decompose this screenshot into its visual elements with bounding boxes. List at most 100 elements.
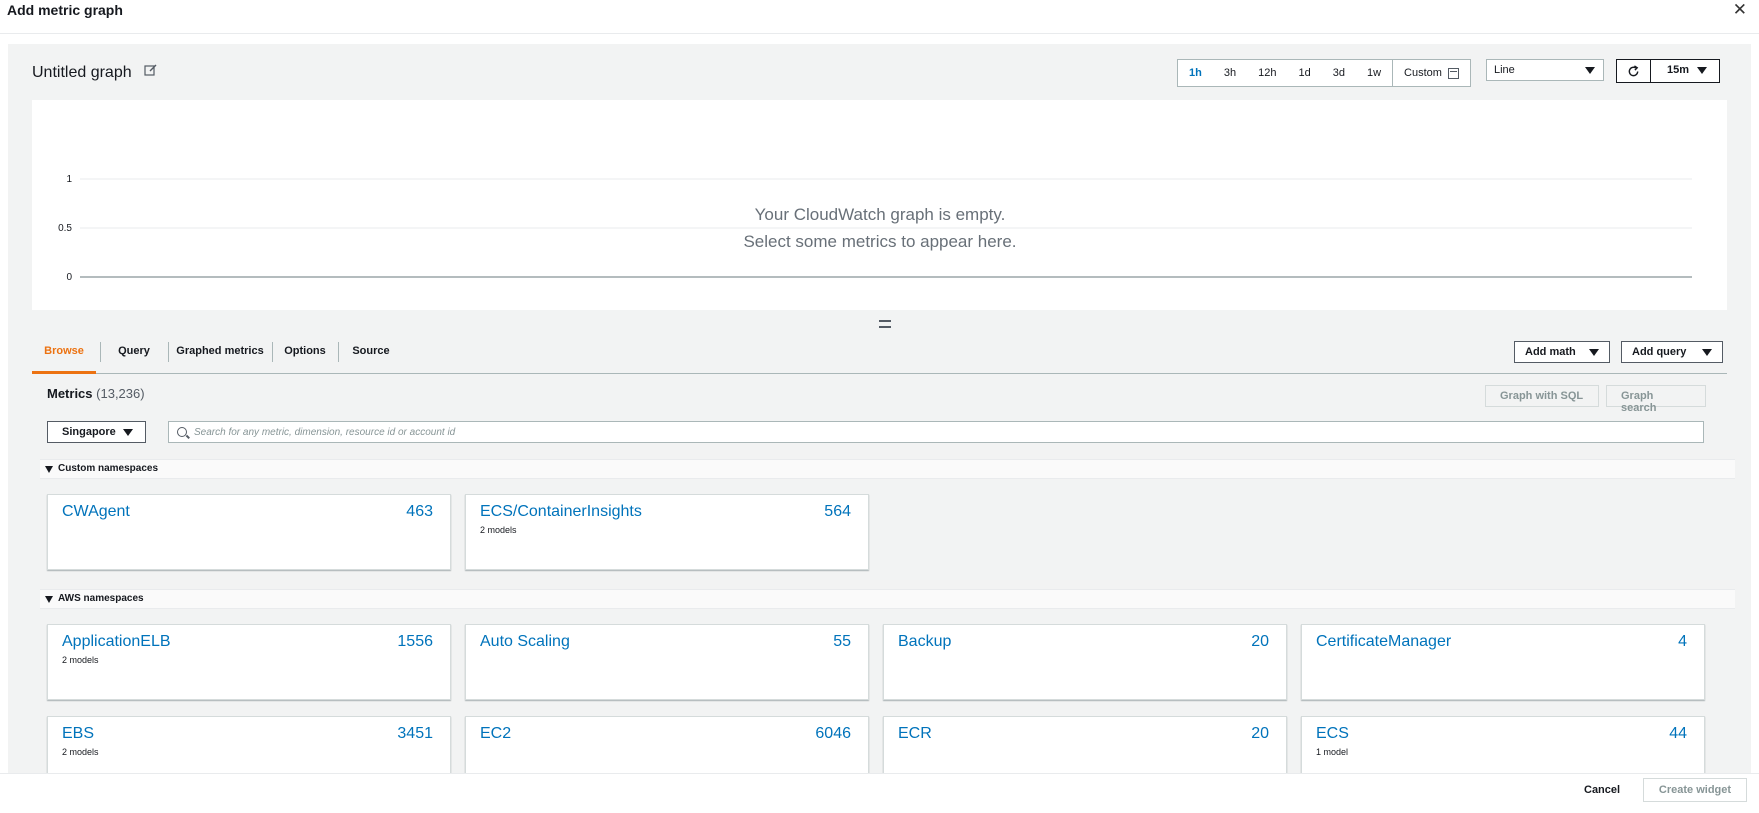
resize-handle[interactable] xyxy=(879,320,891,328)
metric-search xyxy=(168,421,1704,443)
namespace-card[interactable]: ECR 20 xyxy=(883,716,1287,773)
namespace-name: Backup xyxy=(898,633,952,650)
namespace-name: Auto Scaling xyxy=(480,633,570,650)
refresh-interval-dropdown[interactable]: 15m xyxy=(1651,60,1719,82)
namespace-count: 564 xyxy=(824,503,851,520)
namespace-models: 1 model xyxy=(1316,747,1349,757)
namespace-models: 2 models xyxy=(480,525,517,535)
range-1w[interactable]: 1w xyxy=(1356,60,1392,86)
namespace-card[interactable]: Auto Scaling 55 xyxy=(465,624,869,700)
modal-footer: Cancel Create widget xyxy=(0,773,1759,813)
time-range-selector: 1h 3h 12h 1d 3d 1w Custom xyxy=(1177,59,1471,87)
modal-title: Add metric graph xyxy=(7,2,123,18)
namespace-card[interactable]: ECS/ContainerInsights 564 2 models xyxy=(465,494,869,570)
region-dropdown[interactable]: Singapore xyxy=(47,421,146,443)
graph-search-button[interactable]: Graph search xyxy=(1606,385,1706,414)
graph-with-sql-button[interactable]: Graph with SQL xyxy=(1485,385,1599,407)
line-chart: 10.50 08:5509:0009:0509:1009:1509:2009:2… xyxy=(58,174,1692,300)
tab-options[interactable]: Options xyxy=(276,336,334,374)
namespace-card[interactable]: CWAgent 463 xyxy=(47,494,451,570)
range-1d[interactable]: 1d xyxy=(1287,60,1321,86)
chevron-down-icon xyxy=(1697,67,1707,74)
namespace-count: 6046 xyxy=(815,725,851,742)
cancel-button[interactable]: Cancel xyxy=(1584,784,1620,796)
namespace-name: EBS xyxy=(62,725,95,742)
namespace-name: EC2 xyxy=(480,725,512,742)
tab-divider xyxy=(100,342,101,362)
metrics-title: Metrics xyxy=(47,386,93,401)
refresh-group: 15m xyxy=(1616,59,1720,83)
add-math-button[interactable]: Add math xyxy=(1514,341,1610,363)
namespace-count: 463 xyxy=(406,503,433,520)
chart-area: 10.50 08:5509:0009:0509:1009:1509:2009:2… xyxy=(32,100,1727,310)
namespace-models: 2 models xyxy=(62,747,99,757)
edit-icon[interactable] xyxy=(144,63,158,77)
namespace-count: 3451 xyxy=(397,725,433,742)
view-type-select[interactable]: Line xyxy=(1486,59,1604,81)
aws-namespaces-label: AWS namespaces xyxy=(58,593,144,604)
namespace-card[interactable]: EC2 6046 xyxy=(465,716,869,773)
empty-message-line-1: Your CloudWatch graph is empty. xyxy=(755,205,1006,224)
add-query-button[interactable]: Add query xyxy=(1621,341,1723,363)
modal-header: Add metric graph ✕ xyxy=(0,0,1759,34)
custom-namespaces-header[interactable]: Custom namespaces xyxy=(40,459,1735,479)
caret-down-icon xyxy=(45,466,53,473)
namespace-count: 1556 xyxy=(397,633,433,650)
y-tick-label: 0.5 xyxy=(58,223,72,234)
view-type-value: Line xyxy=(1494,64,1515,76)
tab-divider xyxy=(272,342,273,362)
range-1h[interactable]: 1h xyxy=(1178,60,1213,86)
chevron-down-icon xyxy=(1702,349,1712,356)
chevron-down-icon xyxy=(1585,67,1595,74)
namespace-card[interactable]: ECS 44 1 model xyxy=(1301,716,1705,773)
namespace-name: ApplicationELB xyxy=(62,633,171,650)
range-12h[interactable]: 12h xyxy=(1247,60,1287,86)
graph-editor: Untitled graph 1h 3h 12h 1d 3d 1w Custom… xyxy=(8,44,1751,773)
caret-down-icon xyxy=(45,596,53,603)
range-3d[interactable]: 3d xyxy=(1322,60,1356,86)
namespace-card[interactable]: CertificateManager 4 xyxy=(1301,624,1705,700)
y-tick-label: 1 xyxy=(66,174,72,185)
search-icon xyxy=(177,427,187,437)
tab-source[interactable]: Source xyxy=(342,336,400,374)
chevron-down-icon xyxy=(1589,349,1599,356)
namespace-name: CertificateManager xyxy=(1316,633,1452,650)
tab-bar: Browse Query Graphed metrics Options Sou… xyxy=(32,336,1727,374)
namespace-count: 20 xyxy=(1251,633,1269,650)
namespace-models: 2 models xyxy=(62,655,99,665)
range-custom[interactable]: Custom xyxy=(1392,60,1470,86)
namespace-count: 55 xyxy=(833,633,851,650)
refresh-button[interactable] xyxy=(1617,60,1651,82)
namespace-count: 20 xyxy=(1251,725,1269,742)
namespace-card[interactable]: ApplicationELB 1556 2 models xyxy=(47,624,451,700)
custom-label: Custom xyxy=(1404,67,1442,79)
empty-message-line-2: Select some metrics to appear here. xyxy=(743,232,1016,251)
tab-divider xyxy=(338,342,339,362)
namespace-name: CWAgent xyxy=(62,503,130,520)
aws-namespaces-header[interactable]: AWS namespaces xyxy=(40,589,1735,609)
namespace-name: ECR xyxy=(898,725,932,742)
namespace-card[interactable]: EBS 3451 2 models xyxy=(47,716,451,773)
graph-title[interactable]: Untitled graph xyxy=(32,64,132,82)
chevron-down-icon xyxy=(123,429,133,436)
tab-divider xyxy=(168,342,169,362)
namespace-name: ECS/ContainerInsights xyxy=(480,503,642,520)
refresh-icon xyxy=(1628,64,1639,76)
metrics-count: (13,236) xyxy=(96,386,145,401)
metrics-heading: Metrics (13,236) xyxy=(47,386,145,401)
namespace-count: 44 xyxy=(1669,725,1687,742)
tab-browse[interactable]: Browse xyxy=(32,336,96,374)
close-icon[interactable]: ✕ xyxy=(1733,0,1747,20)
add-query-label: Add query xyxy=(1632,346,1687,358)
calendar-icon xyxy=(1447,67,1459,79)
namespace-card[interactable]: Backup 20 xyxy=(883,624,1287,700)
range-3h[interactable]: 3h xyxy=(1213,60,1247,86)
search-input[interactable] xyxy=(194,423,1694,441)
tab-query[interactable]: Query xyxy=(104,336,164,374)
refresh-interval-value: 15m xyxy=(1667,64,1690,76)
region-value: Singapore xyxy=(62,426,116,438)
create-widget-button[interactable]: Create widget xyxy=(1643,778,1747,802)
tab-graphed-metrics[interactable]: Graphed metrics xyxy=(172,336,268,374)
namespace-count: 4 xyxy=(1678,633,1687,650)
add-math-label: Add math xyxy=(1525,346,1576,358)
